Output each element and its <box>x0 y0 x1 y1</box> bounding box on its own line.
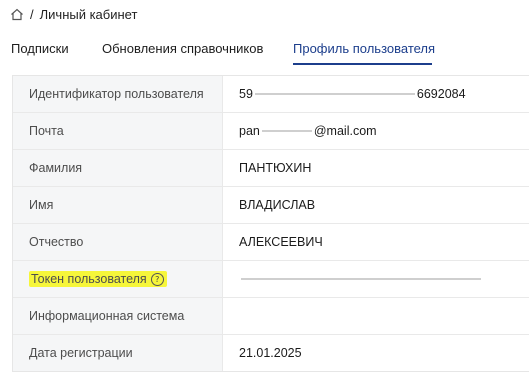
user-token-label-text: Токен пользователя <box>31 272 147 286</box>
breadcrumb-current: Личный кабинет <box>39 6 138 22</box>
redaction <box>261 130 312 132</box>
table-row: Токен пользователя ? <box>13 260 529 297</box>
tab-bar: Подписки Обновления справочников Профиль… <box>0 34 529 65</box>
active-tab-indicator <box>293 63 432 65</box>
first-name-label: Имя <box>13 187 223 223</box>
user-id-value-start: 59 <box>239 87 253 101</box>
user-id-value-end: 6692084 <box>416 87 466 101</box>
breadcrumb-separator: / <box>30 6 34 22</box>
home-icon[interactable] <box>10 8 24 21</box>
user-token-label: Токен пользователя ? <box>29 271 167 287</box>
table-row: Фамилия ПАНТЮХИН <box>13 149 529 186</box>
table-row: Идентификатор пользователя 59 6692084 <box>13 76 529 112</box>
redaction <box>254 93 415 95</box>
profile-table: Идентификатор пользователя 59 6692084 По… <box>12 75 529 372</box>
tab-subscriptions[interactable]: Подписки <box>11 41 69 56</box>
user-id-value: 59 6692084 <box>223 76 529 112</box>
table-row: Имя ВЛАДИСЛАВ <box>13 186 529 223</box>
user-token-label-cell: Токен пользователя ? <box>13 261 223 297</box>
surname-value: ПАНТЮХИН <box>239 161 312 175</box>
surname-label: Фамилия <box>13 150 223 186</box>
user-id-label: Идентификатор пользователя <box>13 76 223 112</box>
first-name-value: ВЛАДИСЛАВ <box>239 198 316 212</box>
redaction <box>241 278 481 280</box>
patronymic-value: АЛЕКСЕЕВИЧ <box>239 235 323 249</box>
help-icon[interactable]: ? <box>150 272 164 286</box>
info-system-label: Информационная система <box>13 298 223 334</box>
table-row: Отчество АЛЕКСЕЕВИЧ <box>13 223 529 260</box>
breadcrumb: / Личный кабинет <box>10 5 137 23</box>
registration-date-value: 21.01.2025 <box>239 346 302 360</box>
info-system-value <box>223 298 529 334</box>
registration-date-label: Дата регистрации <box>13 335 223 371</box>
patronymic-label: Отчество <box>13 224 223 260</box>
table-row: Дата регистрации 21.01.2025 <box>13 334 529 371</box>
table-row: Почта pan @mail.com <box>13 112 529 149</box>
tab-directory-updates[interactable]: Обновления справочников <box>102 41 263 56</box>
tab-user-profile[interactable]: Профиль пользователя <box>293 41 435 56</box>
email-value: pan @mail.com <box>223 113 529 149</box>
table-row: Информационная система <box>13 297 529 334</box>
email-label: Почта <box>13 113 223 149</box>
user-token-value <box>223 261 529 297</box>
email-value-end: @mail.com <box>313 124 377 138</box>
email-value-start: pan <box>239 124 260 138</box>
